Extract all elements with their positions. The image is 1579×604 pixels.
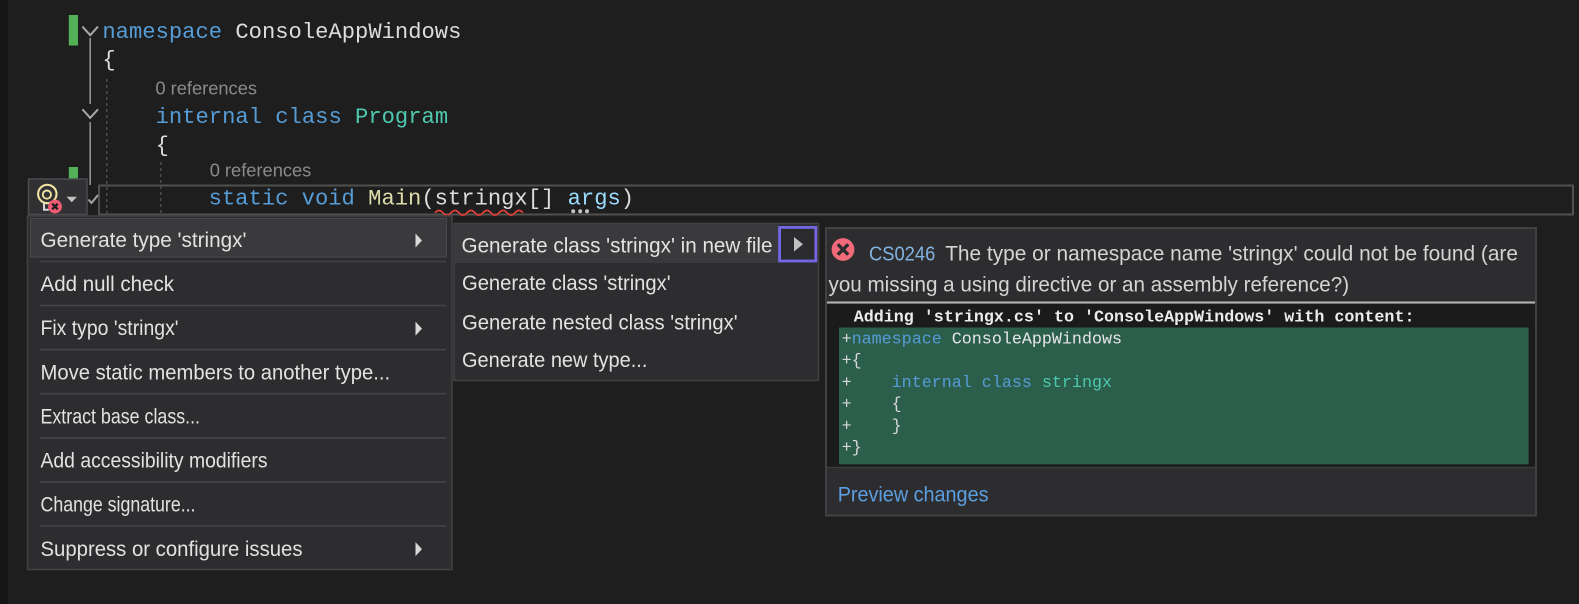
- svg-text:Generate class 'stringx' in ne: Generate class 'stringx' in new file: [462, 235, 773, 258]
- svg-text:0 references: 0 references: [155, 77, 257, 98]
- svg-text:Extract base class...: Extract base class...: [41, 405, 201, 428]
- svg-text:+{: +{: [842, 352, 862, 371]
- svg-text:+ {: + {: [842, 396, 902, 415]
- svg-text:Generate nested class 'stringx: Generate nested class 'stringx': [462, 311, 738, 334]
- svg-text:Preview changes: Preview changes: [838, 484, 989, 507]
- svg-text:{: {: [156, 133, 169, 158]
- svg-text:+ internal class stringx: + internal class stringx: [842, 374, 1112, 393]
- svg-text:0 references: 0 references: [210, 160, 312, 181]
- svg-text:CS0246: CS0246: [869, 243, 935, 265]
- svg-text:+ }: + }: [842, 417, 902, 436]
- svg-text:+}: +}: [842, 439, 862, 458]
- svg-text:Generate type 'stringx': Generate type 'stringx': [41, 229, 247, 252]
- svg-text:Move static members to another: Move static members to another type...: [41, 361, 391, 384]
- svg-text:The type or namespace name 'st: The type or namespace name 'stringx' cou…: [945, 243, 1518, 266]
- svg-text:Add accessibility modifiers: Add accessibility modifiers: [41, 450, 268, 473]
- svg-text:Change signature...: Change signature...: [41, 494, 196, 517]
- svg-text:Adding 'stringx.cs' to 'Consol: Adding 'stringx.cs' to 'ConsoleAppWindow…: [854, 309, 1415, 328]
- svg-text:Fix typo 'stringx': Fix typo 'stringx': [41, 317, 179, 340]
- svg-text:{: {: [102, 48, 115, 73]
- svg-text:static void Main(stringx[] arg: static void Main(stringx[] args): [209, 187, 634, 212]
- svg-text:+namespace ConsoleAppWindows: +namespace ConsoleAppWindows: [842, 330, 1122, 349]
- svg-text:namespace ConsoleAppWindows: namespace ConsoleAppWindows: [102, 20, 461, 45]
- svg-text:Suppress or configure issues: Suppress or configure issues: [41, 538, 303, 561]
- svg-text:Generate class 'stringx': Generate class 'stringx': [462, 272, 671, 295]
- svg-text:you missing a using directive: you missing a using directive or an asse…: [829, 274, 1350, 297]
- svg-text:Generate new type...: Generate new type...: [462, 349, 647, 372]
- svg-text:Add null check: Add null check: [41, 273, 175, 296]
- svg-text:internal class Program: internal class Program: [156, 105, 449, 130]
